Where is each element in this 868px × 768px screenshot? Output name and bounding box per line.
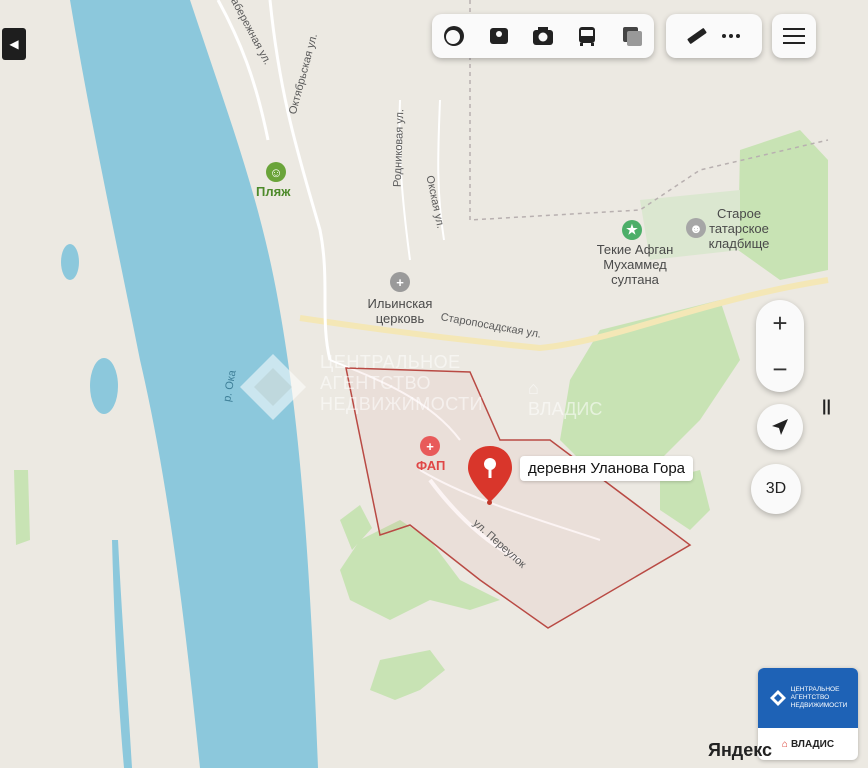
fap-icon[interactable]: + [420,436,440,456]
badge-line2: АГЕНТСТВО [790,694,830,701]
tools-group [666,14,762,58]
watermark-brand: ⌂ ВЛАДИС [528,378,603,419]
view-3d-label: 3D [765,480,787,497]
watermark-text: ЦЕНТРАЛЬНОЕ АГЕНТСТВО НЕДВИЖИМОСТИ [320,352,483,415]
green-left [14,470,30,545]
menu-icon [783,28,805,44]
badge-brand: ВЛАДИС [790,738,835,750]
zoom-in-button[interactable]: + [756,300,804,346]
zoom-control: + − [756,300,804,392]
tekie-label: Текие Афган Мухаммед султана [586,242,684,287]
traffic-icon[interactable] [615,19,649,53]
lake-small-2 [90,358,118,414]
pause-icon[interactable]: || [822,398,831,416]
watermark-line3: НЕДВИЖИМОСТИ [320,394,484,414]
church-icon[interactable]: + [390,272,410,292]
badge-text: ЦЕНТРАЛЬНОЕ АГЕНТСТВО НЕДВИЖИМОСТИ [791,686,848,710]
badge-line1: ЦЕНТРАЛЬНОЕ [790,686,840,693]
forest-area [738,130,828,280]
pin-label[interactable]: деревня Уланова Гора [520,456,694,481]
layers-icon[interactable] [437,19,471,53]
back-button[interactable]: ◀ [2,28,26,60]
watermark-logo-icon [240,354,306,420]
beach-icon[interactable]: ☺ [266,162,286,182]
pin-dot [487,500,492,505]
map-toolbar [432,14,654,58]
menu-button[interactable] [772,14,816,58]
beach-label: Пляж [256,184,291,199]
watermark-line1: ЦЕНТРАЛЬНОЕ [320,352,461,372]
zoom-out-button[interactable]: − [756,346,804,392]
watermark-brand-text: ВЛАДИС [528,399,603,419]
watermark-line2: АГЕНТСТВО [320,373,432,393]
cemetery-label-text: Старое татарское кладбище [708,206,770,251]
yandex-attribution[interactable]: Яндекс [708,740,772,761]
cemetery-label: Старое татарское кладбище [704,206,774,251]
view-3d-button[interactable]: 3D [751,464,801,514]
location-pin-icon[interactable] [466,444,514,504]
badge-line3: НЕДВИЖИМОСТИ [790,702,848,709]
badge-bottom: ⌂ ВЛАДИС [758,728,858,760]
transport-icon[interactable] [570,19,604,53]
tekie-icon[interactable]: ★ [622,220,642,240]
tekie-label-text: Текие Афган Мухаммед султана [596,242,674,287]
camera-icon[interactable] [526,19,560,53]
church-label-text: Ильинская церковь [367,296,433,326]
badge-top: ЦЕНТРАЛЬНОЕ АГЕНТСТВО НЕДВИЖИМОСТИ [758,668,858,728]
panorama-icon[interactable] [482,19,516,53]
cemetery-icon[interactable]: ☻ [686,218,706,238]
agency-badge: ЦЕНТРАЛЬНОЕ АГЕНТСТВО НЕДВИЖИМОСТИ ⌂ ВЛА… [758,668,858,760]
church-label: Ильинская церковь [360,296,440,326]
ruler-icon[interactable] [680,19,714,53]
more-icon[interactable] [714,19,748,53]
badge-home-icon: ⌂ [781,738,788,750]
badge-logo-icon [769,690,786,706]
lake-small [61,244,79,280]
locate-button[interactable] [757,404,803,450]
navigation-arrow-icon [772,419,788,435]
fap-label: ФАП [416,458,446,473]
